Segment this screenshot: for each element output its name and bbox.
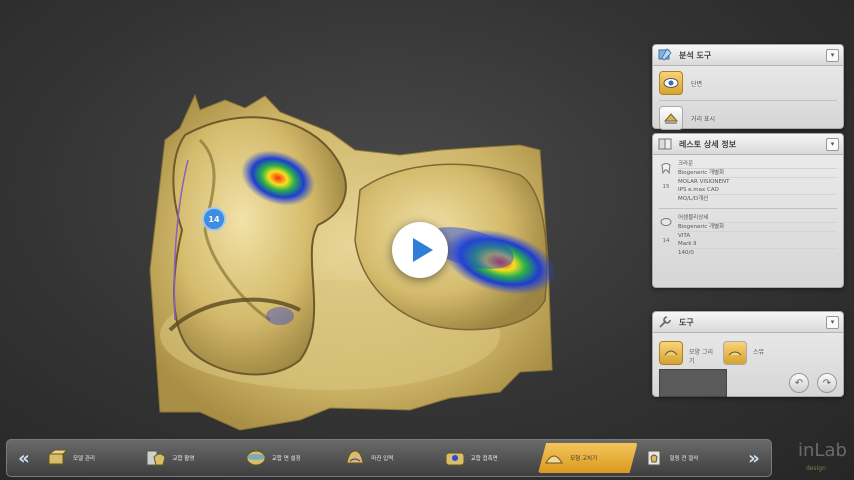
- step-label: 교합 접촉면: [470, 456, 498, 462]
- wrench-icon: [657, 314, 673, 330]
- restoration-panel-header: 레스토 상세 정보 ▾: [653, 134, 843, 155]
- inlab-logo-subtitle: design: [806, 465, 826, 472]
- step-model-management[interactable]: 모델 관리: [41, 443, 140, 473]
- tools-panel-collapse-button[interactable]: ▾: [826, 315, 839, 329]
- restoration-details-panel: 레스토 상세 정보 ▾ 15 크라운 Biogeneric 개별화 MOLAR …: [652, 133, 844, 288]
- shape-tool-label: 모양 그리기: [689, 349, 713, 365]
- play-icon: [413, 238, 433, 262]
- step-occlusal-plane[interactable]: 교합 면 설정: [240, 443, 339, 473]
- crown-tooth-icon: [661, 163, 671, 174]
- undo-button[interactable]: ↶: [789, 373, 809, 393]
- restoration-line: MO/L/D개선: [678, 196, 709, 202]
- restoration-line: Biogeneric 개별화: [678, 169, 837, 178]
- tooth-number-badge[interactable]: 14: [202, 207, 226, 231]
- shape-tool-icon[interactable]: [659, 341, 683, 365]
- inlab-logo: inLab: [798, 440, 847, 461]
- step-label: 교합 촬영: [172, 456, 195, 462]
- analysis-tool-distance[interactable]: 거리 표시: [653, 101, 843, 135]
- workflow-step-bar: « 모델 관리 교합 촬영 교합 면 설정 마진 입력 교합 접촉면 모형 고치…: [6, 439, 772, 477]
- margin-line-icon: [346, 450, 364, 464]
- tool-preview-area: [659, 369, 727, 397]
- smooth-tool-label: 스뮤: [753, 349, 765, 356]
- section-eye-icon[interactable]: [659, 71, 683, 95]
- bite-scan-icon: [146, 450, 166, 466]
- analysis-tool-section[interactable]: 단면: [653, 66, 843, 100]
- step-occlusal-contact[interactable]: 교합 접촉면: [439, 443, 538, 473]
- step-label: 마진 입력: [371, 456, 394, 462]
- restoration-line: Biogeneric 개별화: [678, 223, 837, 232]
- section-tool-label: 단면: [691, 80, 703, 88]
- tools-panel-header: 도구 ▾: [653, 312, 843, 333]
- distance-icon[interactable]: [659, 106, 683, 130]
- restoration-tooth-number: 14: [662, 238, 670, 244]
- occlusal-contact-icon: [445, 452, 465, 466]
- analysis-tools-panel: 분석 도구 ▾ 단면 거리 표시: [652, 44, 844, 130]
- previous-step-button[interactable]: «: [7, 448, 41, 469]
- restoration-item[interactable]: 14 어셈블리상세 Biogeneric 개별화 VITA Mark II 14…: [653, 209, 843, 262]
- restoration-line: MOLAR VISIONENT: [678, 179, 730, 185]
- model-box-icon: [47, 449, 69, 465]
- restoration-line: VITA: [678, 233, 691, 239]
- book-icon: [657, 136, 673, 152]
- shape-edit-icon: [542, 447, 566, 469]
- restoration-line: Mark II: [678, 240, 837, 249]
- restoration-panel-title: 레스토 상세 정보: [679, 139, 737, 149]
- restoration-line: 어셈블리상세: [678, 214, 837, 223]
- step-margin-input[interactable]: 마진 입력: [339, 443, 438, 473]
- redo-button[interactable]: ↷: [817, 373, 837, 393]
- restoration-panel-collapse-button[interactable]: ▾: [826, 137, 839, 151]
- analysis-panel-header: 분석 도구 ▾: [653, 45, 843, 66]
- step-label: 밀링 전 절삭: [669, 456, 699, 462]
- restoration-line: 크라운: [678, 160, 837, 169]
- restoration-line: 140/0: [678, 250, 694, 256]
- undo-icon: ↶: [794, 377, 804, 389]
- step-label: 교합 면 설정: [271, 456, 301, 462]
- smooth-tool-icon[interactable]: [723, 341, 747, 365]
- step-label: 모델 관리: [73, 456, 95, 462]
- redo-icon: ↷: [822, 377, 832, 389]
- analysis-panel-title: 분석 도구: [679, 50, 712, 60]
- tools-panel: 도구 ▾ 모양 그리기 스뮤 ↶ ↷: [652, 311, 844, 397]
- step-shape-edit[interactable]: 모형 고치기: [538, 443, 637, 473]
- occlusal-plane-icon: [246, 450, 266, 466]
- next-step-button[interactable]: »: [737, 448, 771, 469]
- restoration-tooth-number: 15: [662, 184, 670, 190]
- milling-icon: [647, 450, 661, 466]
- distance-tool-label: 거리 표시: [691, 115, 715, 123]
- restoration-item[interactable]: 15 크라운 Biogeneric 개별화 MOLAR VISIONENT IP…: [653, 155, 843, 208]
- tools-panel-title: 도구: [679, 317, 694, 327]
- analysis-tools-icon: [657, 47, 673, 63]
- step-bite-capture[interactable]: 교합 촬영: [140, 443, 239, 473]
- restoration-line: IPS e.max CAD: [678, 186, 837, 195]
- step-label: 모형 고치기: [570, 456, 598, 462]
- play-button[interactable]: [392, 222, 448, 278]
- step-pre-milling[interactable]: 밀링 전 절삭: [638, 443, 737, 473]
- analysis-panel-collapse-button[interactable]: ▾: [826, 48, 839, 62]
- 3d-viewport[interactable]: 14: [0, 0, 640, 440]
- tooth-model: [149, 93, 557, 431]
- inlay-tooth-icon: [660, 218, 672, 226]
